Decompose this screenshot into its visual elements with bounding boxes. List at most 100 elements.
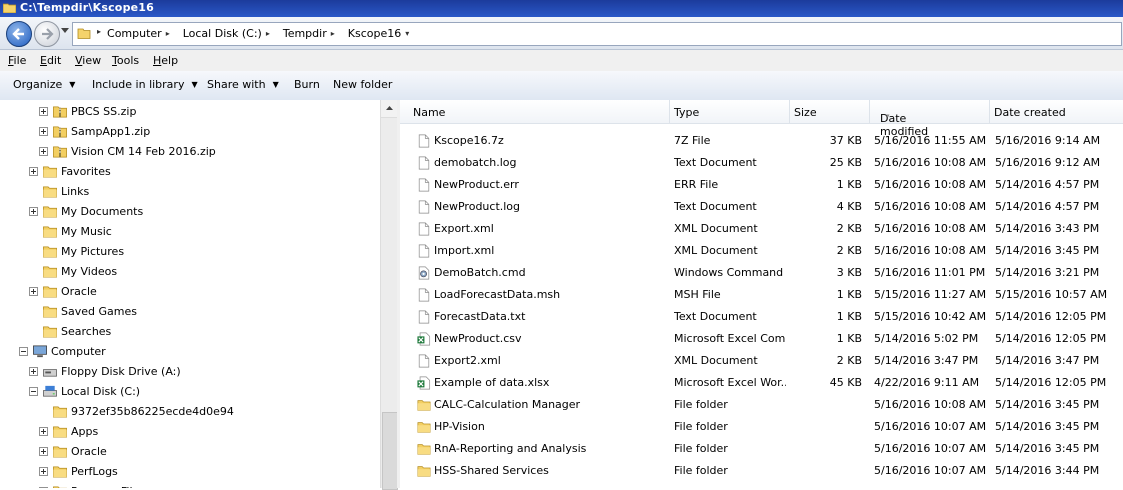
tree-item-label: Vision CM 14 Feb 2016.zip: [71, 145, 216, 158]
cell-name: demobatch.log: [434, 156, 517, 169]
tree-item[interactable]: PBCS SS.zip: [0, 102, 380, 122]
tree-item[interactable]: Saved Games: [0, 302, 380, 322]
collapse-icon[interactable]: [19, 347, 28, 356]
cell-type: File folder: [674, 420, 728, 433]
address-box[interactable]: ▸ Computer ▸ Local Disk (C:) ▸ Tempdir ▸ Ks…: [72, 22, 1122, 46]
tree-item[interactable]: Program Files: [0, 482, 380, 488]
cell-size: 4 KB: [836, 200, 862, 213]
file-row[interactable]: DemoBatch.cmd Windows Command ... 3 KB 5/16…: [400, 262, 1123, 284]
chevron-down-icon[interactable]: ▾: [405, 29, 409, 38]
zip-icon: [53, 126, 67, 138]
file-row[interactable]: Export.xml XML Document 2 KB 5/16/2016 10:0…: [400, 218, 1123, 240]
expand-icon[interactable]: [29, 167, 38, 176]
column-header-date-created[interactable]: Date created: [990, 100, 1123, 124]
file-icon: [418, 310, 430, 324]
tree-item[interactable]: Favorites: [0, 162, 380, 182]
include-in-library-button[interactable]: Include in library ▼: [92, 78, 198, 91]
column-header-date-modified[interactable]: Date modified ▾: [870, 100, 990, 138]
forward-button[interactable]: [34, 21, 60, 47]
menu-file[interactable]: File: [8, 54, 26, 67]
column-header-name[interactable]: Name: [400, 100, 670, 124]
cell-type: 7Z File: [674, 134, 711, 147]
burn-button[interactable]: Burn: [294, 78, 320, 91]
menu-help[interactable]: Help: [153, 54, 178, 67]
tree-item[interactable]: Oracle: [0, 282, 380, 302]
cell-size: 1 KB: [836, 310, 862, 323]
cell-size: 1 KB: [836, 332, 862, 345]
expand-icon[interactable]: [39, 427, 48, 436]
tree-item[interactable]: Floppy Disk Drive (A:): [0, 362, 380, 382]
expand-icon[interactable]: [39, 127, 48, 136]
file-row[interactable]: Import.xml XML Document 2 KB 5/16/2016 10:0…: [400, 240, 1123, 262]
organize-button[interactable]: Organize ▼: [13, 78, 75, 91]
scrollbar-thumb[interactable]: [382, 412, 398, 490]
breadcrumb-tempdir[interactable]: Tempdir ▸: [283, 27, 342, 40]
new-folder-button[interactable]: New folder: [333, 78, 392, 91]
cell-created: 5/14/2016 12:05 PM: [995, 332, 1107, 345]
file-row[interactable]: NewProduct.err ERR File 1 KB 5/16/2016 10:0…: [400, 174, 1123, 196]
tree-item[interactable]: My Pictures: [0, 242, 380, 262]
address-bar-row: ▸ Computer ▸ Local Disk (C:) ▸ Tempdir ▸ Ks…: [0, 17, 1123, 50]
navigation-pane[interactable]: PBCS SS.zip SampApp1.zip Vision CM 14 Feb …: [0, 100, 380, 488]
expand-icon[interactable]: [29, 287, 38, 296]
expand-icon[interactable]: [39, 447, 48, 456]
expand-icon[interactable]: [39, 467, 48, 476]
file-row[interactable]: NewProduct.log Text Document 4 KB 5/16/2016…: [400, 196, 1123, 218]
cell-created: 5/14/2016 12:05 PM: [995, 376, 1107, 389]
collapse-icon[interactable]: [29, 387, 38, 396]
menu-edit[interactable]: Edit: [40, 54, 61, 67]
file-row[interactable]: Kscope16.7z 7Z File 37 KB 5/16/2016 11:55 A…: [400, 130, 1123, 152]
file-row[interactable]: ForecastData.txt Text Document 1 KB 5/15/20…: [400, 306, 1123, 328]
cell-modified: 5/16/2016 10:08 AM: [874, 156, 986, 169]
tree-item[interactable]: Vision CM 14 Feb 2016.zip: [0, 142, 380, 162]
tree-item-label: My Pictures: [61, 245, 125, 258]
tree-item[interactable]: Apps: [0, 422, 380, 442]
cell-type: File folder: [674, 398, 728, 411]
tree-item[interactable]: Local Disk (C:): [0, 382, 380, 402]
file-row[interactable]: Export2.xml XML Document 2 KB 5/14/2016 3:4…: [400, 350, 1123, 372]
tree-item[interactable]: Searches: [0, 322, 380, 342]
cell-modified: 5/16/2016 10:07 AM: [874, 442, 986, 455]
file-icon: [418, 244, 430, 258]
menu-tools[interactable]: Tools: [112, 54, 139, 67]
tree-item[interactable]: 9372ef35b86225ecde4d0e94: [0, 402, 380, 422]
chevron-right-icon[interactable]: ▸: [97, 27, 101, 40]
breadcrumb-computer[interactable]: Computer ▸: [107, 27, 177, 40]
expand-icon[interactable]: [29, 367, 38, 376]
tree-item[interactable]: Oracle: [0, 442, 380, 462]
column-header-size[interactable]: Size: [790, 100, 870, 124]
tree-item[interactable]: My Videos: [0, 262, 380, 282]
window-title: C:\Tempdir\Kscope16: [20, 1, 155, 14]
column-header-type[interactable]: Type: [670, 100, 790, 124]
expand-icon[interactable]: [29, 207, 38, 216]
expand-icon[interactable]: [39, 107, 48, 116]
recent-pages-dropdown[interactable]: [61, 28, 69, 34]
file-row[interactable]: demobatch.log Text Document 25 KB 5/16/2016…: [400, 152, 1123, 174]
file-row[interactable]: Example of data.xlsx Microsoft Excel Wor.…: [400, 372, 1123, 394]
tree-item[interactable]: Computer: [0, 342, 380, 362]
share-with-button[interactable]: Share with ▼: [207, 78, 279, 91]
file-row[interactable]: CALC-Calculation Manager File folder 5/16/…: [400, 394, 1123, 416]
scroll-up-button[interactable]: [381, 100, 398, 118]
tree-item[interactable]: Links: [0, 182, 380, 202]
tree-item[interactable]: SampApp1.zip: [0, 122, 380, 142]
tree-item[interactable]: My Music: [0, 222, 380, 242]
file-row[interactable]: NewProduct.csv Microsoft Excel Com... 1 KB…: [400, 328, 1123, 350]
back-button[interactable]: [6, 21, 32, 47]
chevron-right-icon[interactable]: ▸: [266, 29, 270, 38]
file-list[interactable]: Name Type Size Date modified ▾ Date creat…: [400, 100, 1123, 488]
tree-item[interactable]: PerfLogs: [0, 462, 380, 482]
file-row[interactable]: HP-Vision File folder 5/16/2016 10:07 AM 5/…: [400, 416, 1123, 438]
menu-view[interactable]: View: [75, 54, 101, 67]
breadcrumb-local-disk[interactable]: Local Disk (C:) ▸: [183, 27, 277, 40]
breadcrumb-kscope16[interactable]: Kscope16 ▾: [348, 27, 417, 40]
nav-scrollbar[interactable]: [380, 100, 398, 490]
file-row[interactable]: HSS-Shared Services File folder 5/16/2016 …: [400, 460, 1123, 482]
chevron-right-icon[interactable]: ▸: [331, 29, 335, 38]
chevron-right-icon[interactable]: ▸: [166, 29, 170, 38]
file-row[interactable]: LoadForecastData.msh MSH File 1 KB 5/15/201…: [400, 284, 1123, 306]
cell-name: HSS-Shared Services: [434, 464, 549, 477]
tree-item[interactable]: My Documents: [0, 202, 380, 222]
file-row[interactable]: RnA-Reporting and Analysis File folder 5/1…: [400, 438, 1123, 460]
expand-icon[interactable]: [39, 147, 48, 156]
